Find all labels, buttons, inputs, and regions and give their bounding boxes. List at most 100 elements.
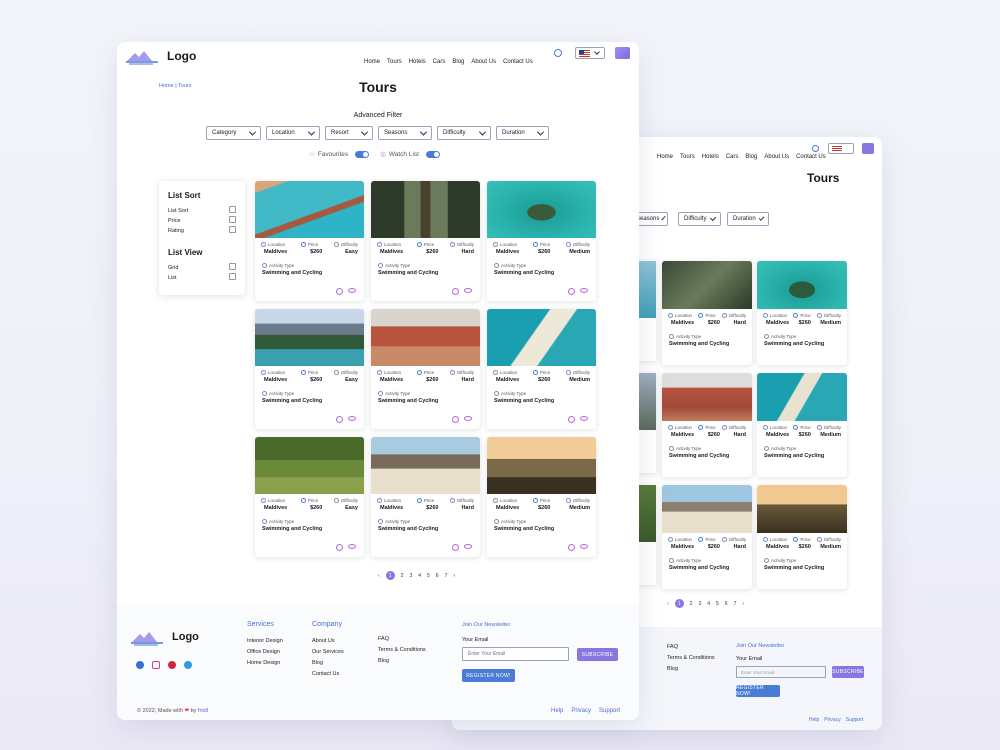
footer-logo-icon[interactable] [130, 628, 164, 646]
next-page[interactable]: › [742, 601, 744, 607]
filter-category[interactable]: Category [206, 126, 261, 140]
checkbox[interactable] [229, 216, 236, 223]
checkbox[interactable] [229, 226, 236, 233]
nav-home[interactable]: Home [364, 59, 380, 65]
page-5[interactable]: 5 [427, 573, 430, 579]
filter-location[interactable]: Location [266, 126, 320, 140]
nav-contact[interactable]: Contact Us [503, 59, 533, 65]
footer-link[interactable]: Office Design [247, 647, 283, 658]
favourite-icon[interactable] [336, 288, 343, 295]
twitter-icon[interactable] [184, 661, 192, 669]
next-page[interactable]: › [453, 573, 455, 579]
tour-card[interactable]: Location Price Difficulty Maldives $260 … [255, 437, 364, 557]
tour-image[interactable] [255, 437, 364, 494]
tour-image[interactable] [371, 181, 480, 238]
tour-card[interactable]: Location Price Difficulty Maldives $260 … [371, 181, 480, 301]
tour-card[interactable]: Location Price Difficulty Maldives $260 … [487, 181, 596, 301]
checkbox[interactable] [229, 273, 236, 280]
favourite-icon[interactable] [568, 288, 575, 295]
watch-icon[interactable] [348, 544, 356, 549]
tour-image[interactable] [371, 437, 480, 494]
page-3[interactable]: 3 [698, 601, 701, 607]
tour-image[interactable] [487, 181, 596, 238]
nav-contact[interactable]: Contact Us [796, 154, 826, 160]
nav-tours[interactable]: Tours [680, 154, 695, 160]
footer-link[interactable]: About Us [312, 636, 344, 647]
page-7[interactable]: 7 [734, 601, 737, 607]
tour-card[interactable]: Location Price Difficulty Maldives $260 … [255, 181, 364, 301]
footer-link[interactable]: Our Services [312, 647, 344, 658]
filter-duration[interactable]: Duration [496, 126, 549, 140]
back-card-6[interactable]: Location Price Difficulty Maldives $260 Mediu… [757, 373, 847, 477]
watch-icon[interactable] [464, 288, 472, 293]
nav-blog[interactable]: Blog [745, 154, 757, 160]
page-1[interactable]: 1 [674, 599, 684, 608]
page-2[interactable]: 2 [690, 601, 693, 607]
page-4[interactable]: 4 [418, 573, 421, 579]
favourite-icon[interactable] [452, 416, 459, 423]
nav-hotels[interactable]: Hotels [702, 154, 719, 160]
logo-mountain-icon[interactable] [125, 47, 159, 65]
tour-image[interactable] [255, 309, 364, 366]
watch-icon[interactable] [580, 544, 588, 549]
back-card-3[interactable]: Location Price Difficulty Maldives $260 Mediu… [757, 261, 847, 365]
tour-card[interactable]: Location Price Difficulty Maldives $260 … [371, 309, 480, 429]
footer-link[interactable]: Blog [378, 656, 426, 667]
back-subscribe-button[interactable]: SUBSCRIBE [832, 666, 864, 678]
back-card-5[interactable]: Location Price Difficulty Maldives $260 Hard A… [662, 373, 752, 477]
language-select[interactable] [575, 47, 605, 59]
nav-cars[interactable]: Cars [726, 154, 739, 160]
page-6[interactable]: 6 [436, 573, 439, 579]
view-option[interactable]: Grid [168, 263, 236, 273]
footer-link[interactable]: FAQ [378, 634, 426, 645]
favourite-icon[interactable] [336, 416, 343, 423]
nav-about[interactable]: About Us [471, 59, 496, 65]
page-5[interactable]: 5 [716, 601, 719, 607]
page-2[interactable]: 2 [401, 573, 404, 579]
favourites-toggle[interactable] [355, 150, 370, 158]
back-email-input[interactable]: Enter Your Email [736, 666, 826, 678]
tour-image[interactable] [371, 309, 480, 366]
nav-blog[interactable]: Blog [452, 59, 464, 65]
favourite-icon[interactable] [568, 416, 575, 423]
subscribe-button[interactable]: SUBSCRIBE [577, 648, 618, 661]
register-button[interactable]: REGISTER NOW! [462, 669, 515, 682]
user-icon[interactable] [862, 143, 874, 154]
nav-home[interactable]: Home [657, 154, 673, 160]
email-input[interactable] [462, 647, 569, 661]
filter-difficulty[interactable]: Difficulty [678, 212, 721, 226]
footer-link[interactable]: Terms & Conditions [378, 645, 426, 656]
footer-link[interactable]: Blog [312, 658, 344, 669]
watch-icon[interactable] [464, 416, 472, 421]
search-icon[interactable] [554, 49, 562, 57]
nav-about[interactable]: About Us [764, 154, 789, 160]
footer-link[interactable]: Contact Us [312, 669, 344, 680]
language-select[interactable] [828, 143, 854, 154]
instagram-icon[interactable] [152, 661, 160, 669]
privacy-link[interactable]: Privacy [824, 717, 840, 723]
watch-icon[interactable] [580, 288, 588, 293]
footer-link[interactable]: Interior Design [247, 636, 283, 647]
favourite-icon[interactable] [452, 544, 459, 551]
page-1[interactable]: 1 [385, 571, 395, 580]
support-link[interactable]: Support [846, 717, 864, 723]
page-7[interactable]: 7 [445, 573, 448, 579]
watch-icon[interactable] [348, 416, 356, 421]
pinterest-icon[interactable] [168, 661, 176, 669]
privacy-link[interactable]: Privacy [571, 708, 591, 714]
support-link[interactable]: Support [599, 708, 620, 714]
checkbox[interactable] [229, 263, 236, 270]
help-link[interactable]: Help [809, 717, 819, 723]
page-6[interactable]: 6 [725, 601, 728, 607]
favourite-icon[interactable] [452, 288, 459, 295]
tour-card[interactable]: Location Price Difficulty Maldives $260 … [371, 437, 480, 557]
logo-text[interactable]: Logo [167, 49, 196, 63]
prev-page[interactable]: ‹ [378, 573, 380, 579]
view-option[interactable]: List [168, 273, 236, 283]
footer-logo-text[interactable]: Logo [172, 631, 199, 643]
user-icon[interactable] [615, 47, 630, 59]
tour-image[interactable] [255, 181, 364, 238]
watch-icon[interactable] [348, 288, 356, 293]
watch-icon[interactable] [580, 416, 588, 421]
sort-option[interactable]: Price [168, 216, 236, 226]
